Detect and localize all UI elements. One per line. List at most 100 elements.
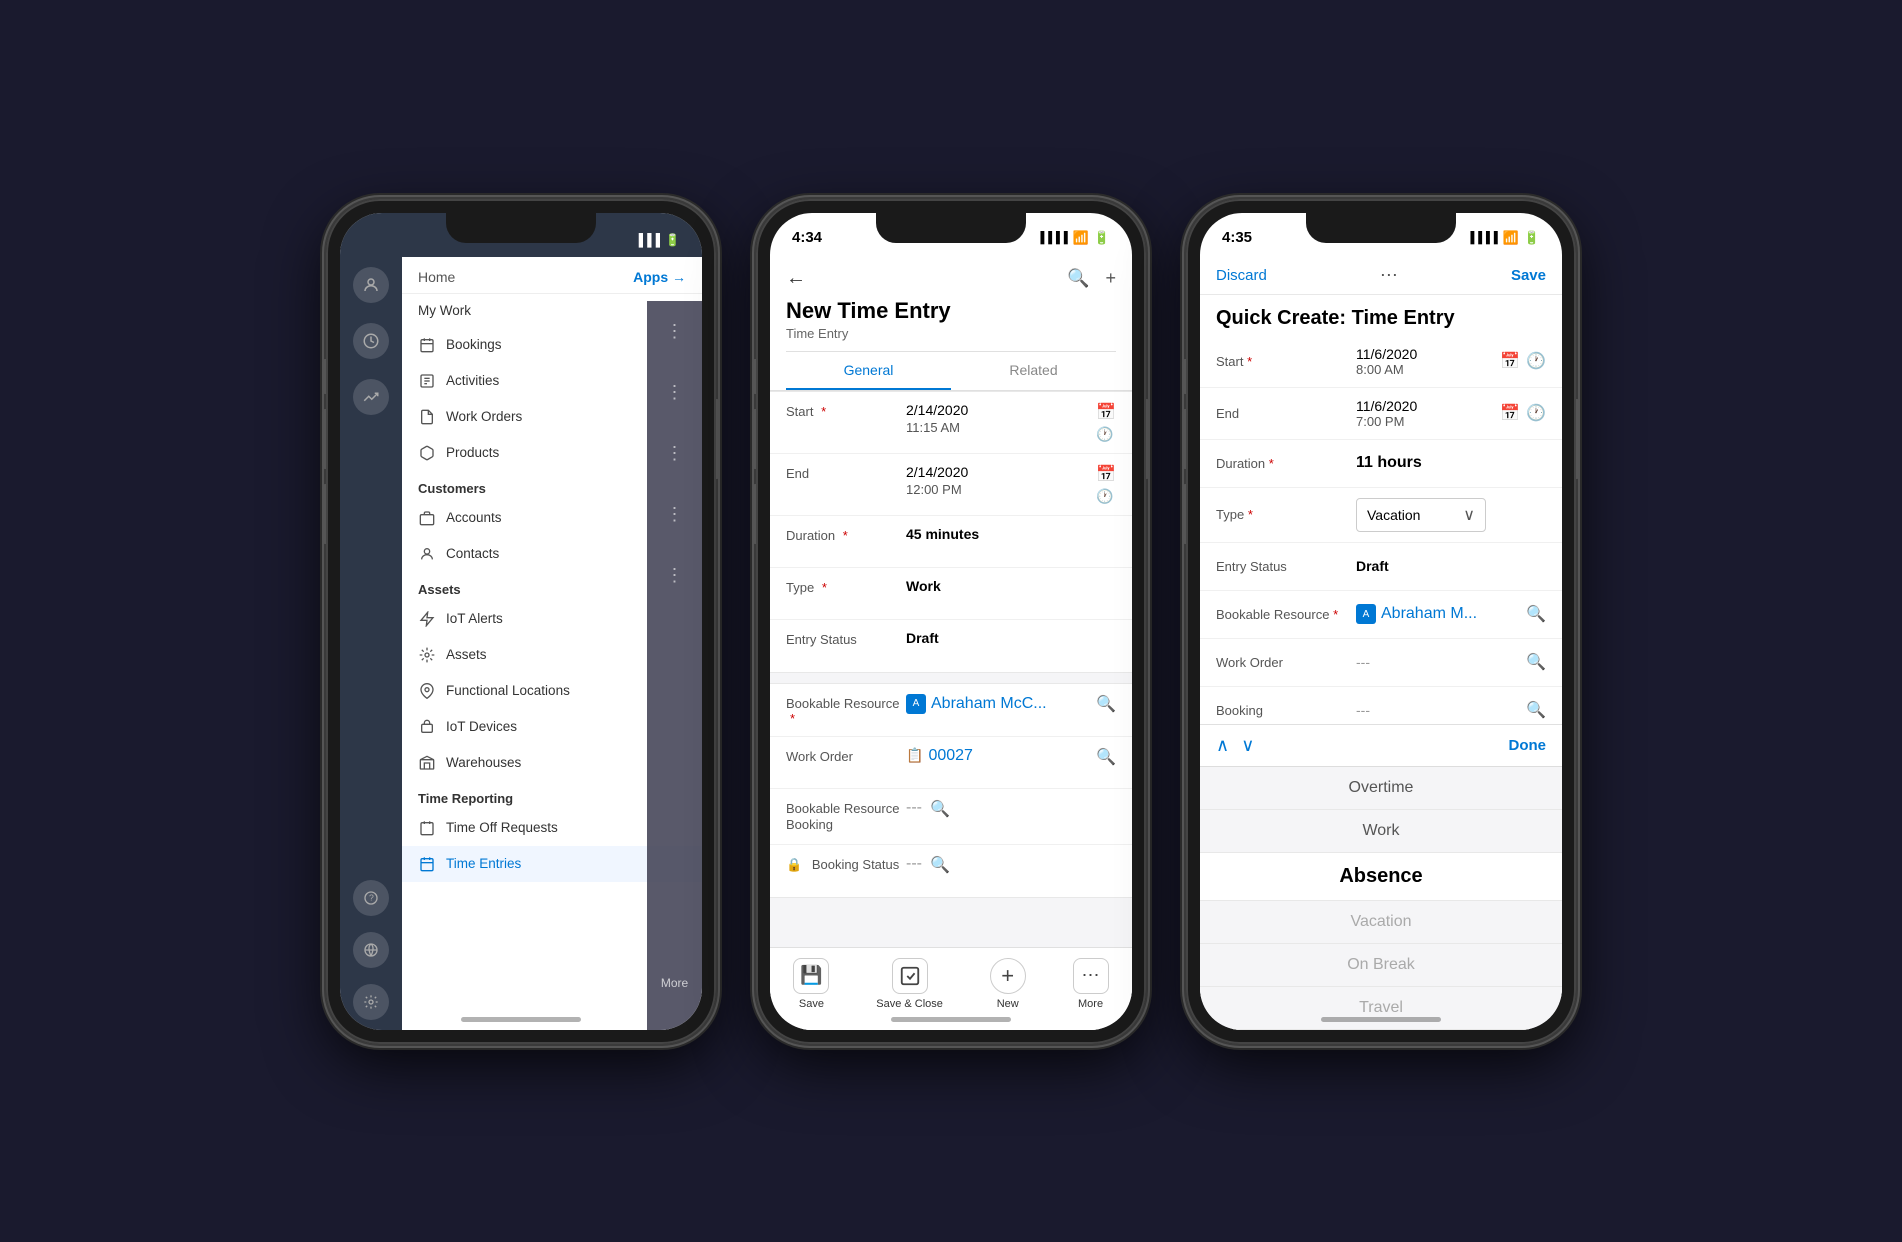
form-row-type: Type * Work xyxy=(770,568,1132,620)
new-icon: + xyxy=(990,958,1026,994)
status-icons-1: ▐▐▐ 🔋 xyxy=(635,233,680,247)
qc-type-value: Vacation xyxy=(1367,507,1420,523)
sidebar-bottom-icons: ? xyxy=(353,880,389,1020)
qc-bookable-avatar: A xyxy=(1356,604,1376,624)
qc-start-cal-icon[interactable]: 📅 xyxy=(1500,351,1520,371)
timeoffrequests-icon xyxy=(418,819,436,837)
bookable-value[interactable]: Abraham McC... xyxy=(931,695,1047,713)
qc-bookable-value-row: A Abraham M... xyxy=(1356,604,1520,624)
search-button[interactable]: 🔍 xyxy=(1067,268,1089,289)
status-icons-2: ▐▐▐▐ 📶 🔋 xyxy=(1036,230,1110,246)
picker-item-work[interactable]: Work xyxy=(1200,810,1562,853)
bookable-search-icon[interactable]: 🔍 xyxy=(1096,694,1116,714)
qc-save-button[interactable]: Save xyxy=(1511,267,1546,284)
picker-item-travel[interactable]: Travel xyxy=(1200,987,1562,1030)
qc-bookable-value[interactable]: Abraham M... xyxy=(1381,605,1477,623)
form-row-bookingstatus: 🔒 Booking Status --- 🔍 xyxy=(770,845,1132,897)
overlay-more-label: More xyxy=(661,976,688,990)
nav-item-products-label: Products xyxy=(446,445,499,460)
workorder-search-icon[interactable]: 🔍 xyxy=(1096,747,1116,767)
qc-booking-search-icon[interactable]: 🔍 xyxy=(1526,700,1546,720)
qc-arrow-down[interactable]: ∨ xyxy=(1241,735,1254,756)
start-icons: 📅 🕐 xyxy=(1096,402,1116,443)
phone-3: 4:35 ▐▐▐▐ 📶 🔋 Discard ⋯ Save Quick Creat… xyxy=(1186,199,1576,1044)
activities-icon xyxy=(418,372,436,390)
more-button[interactable]: ⋯ More xyxy=(1073,958,1109,1010)
end-value: 2/14/2020 12:00 PM xyxy=(906,464,1088,497)
workorder-value[interactable]: 00027 xyxy=(928,747,973,765)
start-cal-icon[interactable]: 📅 xyxy=(1096,402,1116,422)
nav-item-timeentries-label: Time Entries xyxy=(446,856,521,871)
bookingstatus-label: 🔒 Booking Status xyxy=(786,855,906,873)
picker-item-vacation[interactable]: Vacation xyxy=(1200,901,1562,944)
tab-general[interactable]: General xyxy=(786,352,951,390)
qc-done-button[interactable]: Done xyxy=(1509,737,1547,754)
more-options-button[interactable]: ⋯ xyxy=(1380,265,1398,286)
overlay-dots-4: ⋮ xyxy=(666,504,684,525)
end-cal-icon[interactable]: 📅 xyxy=(1096,464,1116,484)
save-button[interactable]: 💾 Save xyxy=(793,958,829,1010)
qc-end-cal-icon[interactable]: 📅 xyxy=(1500,403,1520,423)
back-button[interactable]: ← xyxy=(786,267,806,290)
status-time-3: 4:35 xyxy=(1222,229,1252,246)
qc-entry-status-value: Draft xyxy=(1356,558,1546,574)
qc-row-type: Type * Vacation ∨ xyxy=(1200,488,1562,543)
warehouses-icon xyxy=(418,754,436,772)
overlay-dots-2: ⋮ xyxy=(666,382,684,403)
assets-icon xyxy=(418,646,436,664)
sidebar-chart-icon[interactable] xyxy=(353,379,389,415)
picker-item-onbreak[interactable]: On Break xyxy=(1200,944,1562,987)
booking-search-icon[interactable]: 🔍 xyxy=(930,799,950,819)
overlay-dots-1: ⋮ xyxy=(666,321,684,342)
start-date: 2/14/2020 xyxy=(906,402,1088,418)
iotalerts-icon xyxy=(418,610,436,628)
nav-home-label[interactable]: Home xyxy=(418,269,455,285)
qc-row-entrystatus: Entry Status Draft xyxy=(1200,543,1562,591)
more-icon: ⋯ xyxy=(1073,958,1109,994)
qc-row-end: End 11/6/2020 7:00 PM 📅 🕐 xyxy=(1200,388,1562,440)
start-time-icon[interactable]: 🕐 xyxy=(1096,426,1116,443)
home-indicator-2 xyxy=(891,1017,1011,1022)
qc-title: Quick Create: Time Entry xyxy=(1200,295,1562,336)
sidebar-clock-icon[interactable] xyxy=(353,323,389,359)
qc-workorder-search-icon[interactable]: 🔍 xyxy=(1526,652,1546,672)
sidebar-user-icon[interactable] xyxy=(353,267,389,303)
form-row-entrystatus: Entry Status Draft xyxy=(770,620,1132,672)
add-button[interactable]: + xyxy=(1105,268,1116,289)
sidebar-settings-icon[interactable] xyxy=(353,984,389,1020)
form-body: Start * 2/14/2020 11:15 AM 📅 🕐 xyxy=(770,391,1132,947)
booking-label: Bookable ResourceBooking xyxy=(786,799,906,835)
nav-item-functionallocations-label: Functional Locations xyxy=(446,683,570,698)
nav-header: Home Apps → xyxy=(402,257,702,294)
overlay-panel: ⋮ ⋮ ⋮ ⋮ ⋮ More xyxy=(647,301,702,1030)
overlay-dots-5: ⋮ xyxy=(666,565,684,586)
start-label: Start * xyxy=(786,402,906,419)
qc-arrow-up[interactable]: ∧ xyxy=(1216,735,1229,756)
form-tabs: General Related xyxy=(786,351,1116,390)
qc-bookable-search-icon[interactable]: 🔍 xyxy=(1526,604,1546,624)
workorder-label: Work Order xyxy=(786,747,906,764)
sidebar-help-icon[interactable]: ? xyxy=(353,880,389,916)
qc-end-time-icon[interactable]: 🕐 xyxy=(1526,403,1546,423)
qc-start-time-icon[interactable]: 🕐 xyxy=(1526,351,1546,371)
picker-item-absence[interactable]: Absence xyxy=(1200,853,1562,901)
bookingstatus-search-icon[interactable]: 🔍 xyxy=(930,855,950,875)
qc-duration-value: 11 hours xyxy=(1356,454,1546,472)
form-row-bookable: Bookable Resource * A Abraham McC... 🔍 xyxy=(770,684,1132,737)
qc-row-bookable: Bookable Resource * A Abraham M... 🔍 xyxy=(1200,591,1562,639)
discard-button[interactable]: Discard xyxy=(1216,267,1267,284)
tab-related[interactable]: Related xyxy=(951,352,1116,390)
save-close-button[interactable]: Save & Close xyxy=(876,958,943,1010)
nav-apps-label[interactable]: Apps → xyxy=(633,269,686,285)
new-button[interactable]: + New xyxy=(990,958,1026,1010)
form-actions: 🔍 + xyxy=(1067,268,1116,289)
qc-type-select[interactable]: Vacation ∨ xyxy=(1356,498,1486,532)
type-value: Work xyxy=(906,578,1116,594)
picker-item-overtime[interactable]: Overtime xyxy=(1200,767,1562,810)
end-time-icon[interactable]: 🕐 xyxy=(1096,488,1116,505)
phone-2: 4:34 ▐▐▐▐ 📶 🔋 ← 🔍 + New Time xyxy=(756,199,1146,1044)
bookable-value-row: A Abraham McC... xyxy=(906,694,1088,714)
phone2-form: ← 🔍 + New Time Entry Time Entry General … xyxy=(770,257,1132,1030)
sidebar-globe-icon[interactable] xyxy=(353,932,389,968)
form-header: ← 🔍 + New Time Entry Time Entry General … xyxy=(770,257,1132,391)
